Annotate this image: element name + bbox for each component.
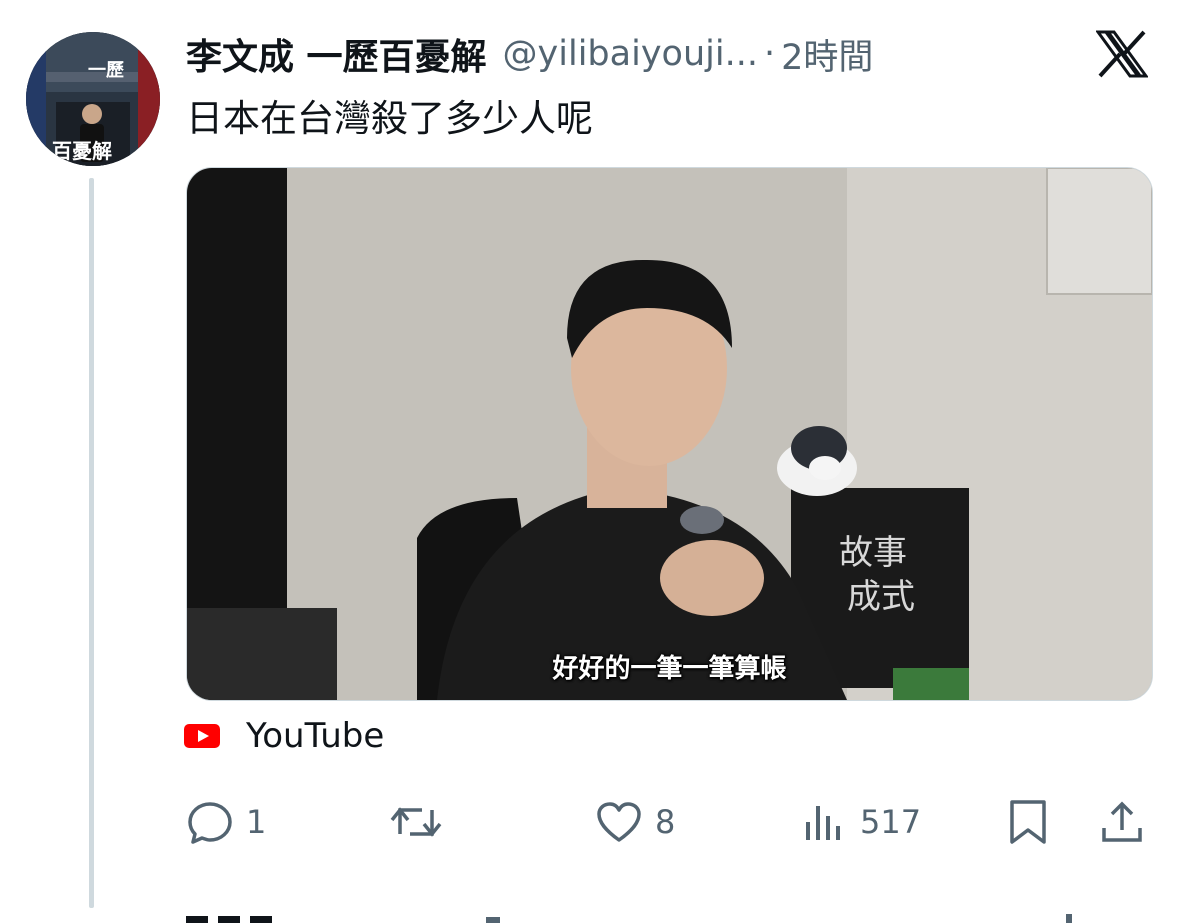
share-button[interactable]: [1098, 792, 1146, 852]
box-text-line2: 成式: [847, 577, 915, 617]
next-tweet-peek: [186, 914, 1072, 923]
tweet-time[interactable]: 2時間: [781, 29, 873, 80]
video-frame-image: 故事 成式: [187, 168, 1152, 700]
author-name[interactable]: 李文成 一歷百憂解: [186, 28, 487, 80]
retweet-icon: [390, 807, 442, 837]
source-label: YouTube: [246, 716, 385, 756]
like-count: 8: [655, 803, 676, 841]
link-source[interactable]: YouTube: [184, 716, 384, 756]
views-count: 517: [860, 803, 922, 841]
like-button[interactable]: 8: [595, 792, 675, 852]
avatar-text-bottom: 百憂解: [52, 139, 112, 163]
avatar-text-top: 一歷: [88, 60, 124, 81]
author-handle[interactable]: @yilibaiyouji...: [503, 34, 758, 74]
reply-button[interactable]: 1: [186, 792, 266, 852]
heart-icon: [597, 802, 641, 842]
tweet-header: 李文成 一歷百憂解 @yilibaiyouji... · 2時間: [186, 28, 873, 80]
action-bar: 1 8 517: [0, 792, 1179, 852]
avatar[interactable]: 一歷 百憂解: [26, 32, 160, 166]
separator-dot: ·: [763, 34, 776, 74]
tweet-text: 日本在台灣殺了多少人呢: [186, 97, 593, 140]
views-icon: [806, 806, 840, 840]
bookmark-button[interactable]: [1004, 792, 1052, 852]
x-logo-icon[interactable]: [1096, 30, 1148, 78]
box-text-line1: 故事: [839, 533, 907, 573]
share-icon: [1102, 801, 1142, 842]
avatar-image: 一歷 百憂解: [26, 32, 160, 166]
bookmark-icon: [1010, 800, 1046, 844]
reply-icon: [188, 802, 232, 844]
views-button[interactable]: 517: [800, 792, 921, 852]
retweet-button[interactable]: [388, 792, 456, 852]
youtube-play-icon: [184, 724, 220, 748]
reply-count: 1: [246, 803, 267, 841]
video-thumbnail[interactable]: 故事 成式 好好的一筆一筆算帳: [186, 167, 1153, 701]
video-subtitle: 好好的一筆一筆算帳: [552, 654, 787, 684]
